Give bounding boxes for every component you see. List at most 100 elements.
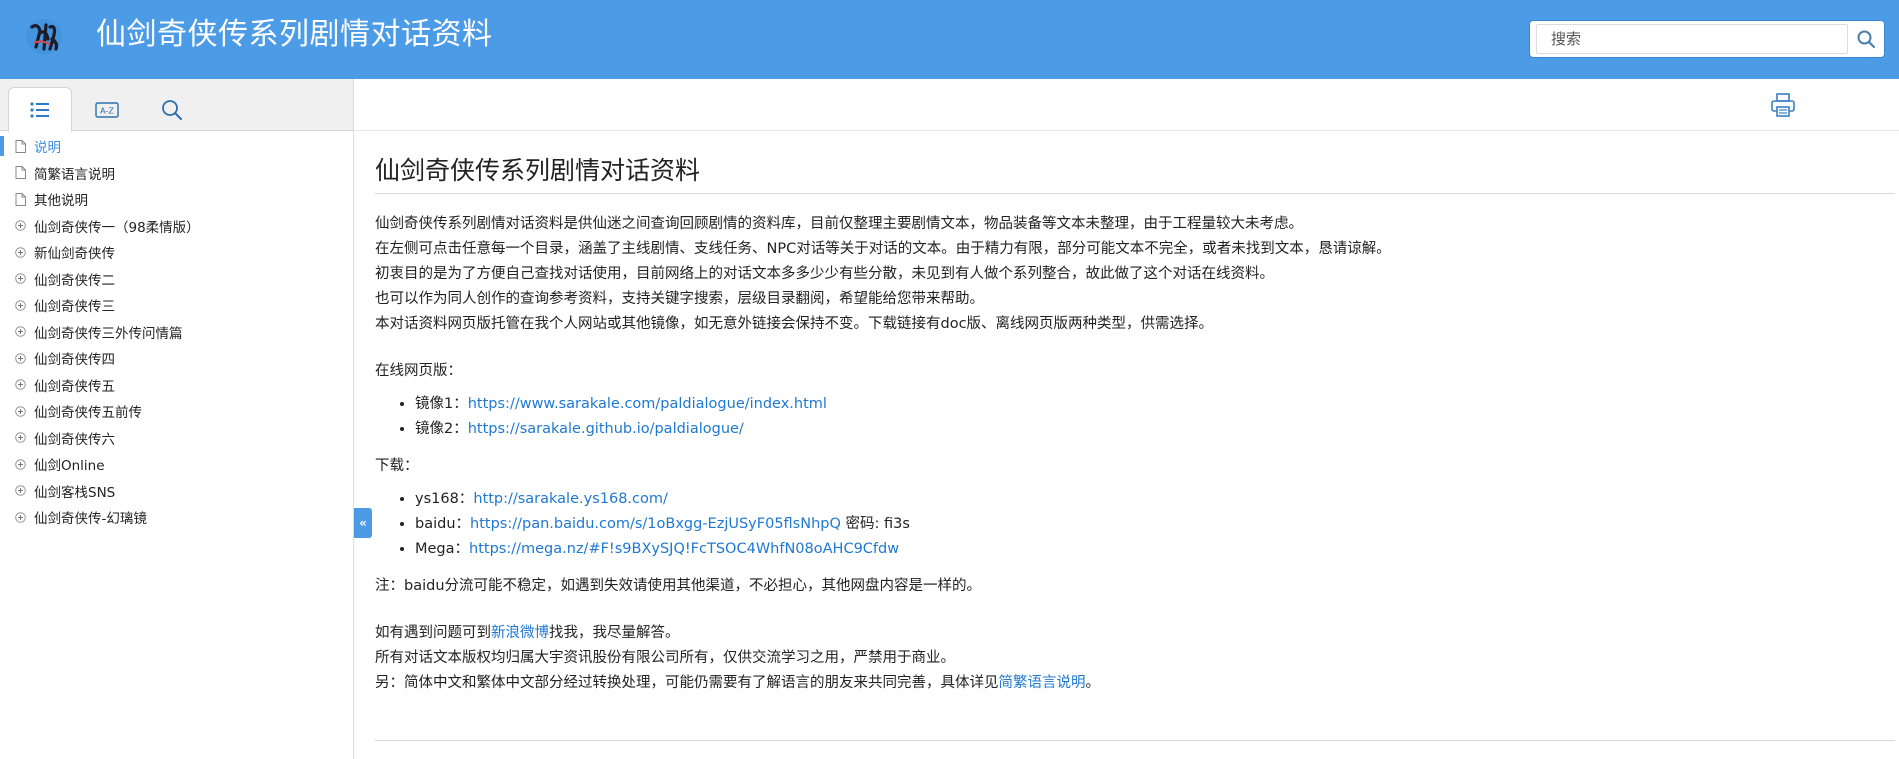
sidebar-item-label: 仙剑奇侠传一（98柔情版） [34,219,200,236]
content-toolbar [355,79,1899,131]
sidebar-item-label: 说明 [34,140,61,157]
sidebar-item[interactable]: 仙剑奇侠传五 [0,372,353,399]
download-links-list: ys168：http://sarakale.ys168.com/baidu：ht… [375,487,1895,562]
list-icon [30,101,49,118]
print-button[interactable] [1767,89,1799,121]
note-text: 注：baidu分流可能不稳定，如遇到失效请使用其他渠道，不必担心，其他网盘内容是… [375,578,982,594]
page-icon [14,139,26,153]
expand-icon[interactable] [14,219,26,233]
link-prefix: baidu： [415,516,471,532]
search-button[interactable] [1848,21,1884,57]
sidebar-item[interactable]: 仙剑奇侠传三 [0,292,353,319]
page-icon [14,192,26,206]
printer-icon [1771,93,1795,117]
top-header: 仙剑奇侠传系列剧情对话资料 [0,0,1899,79]
online-label: 在线网页版： [375,363,462,379]
expand-icon[interactable] [14,298,26,312]
contact-text-before: 如有遇到问题可到 [375,625,491,641]
search-input[interactable] [1536,24,1848,54]
tab-search[interactable] [140,87,204,132]
sidebar-item[interactable]: 仙剑客栈SNS [0,478,353,505]
intro-line: 也可以作为同人创作的查询参考资料，支持关键字搜索，层级目录翻阅，希望能给您带来帮… [375,291,984,307]
sidebar-item[interactable]: 说明 [0,133,353,160]
search-icon [1857,30,1876,49]
other-text-after: 。 [1085,675,1101,691]
expand-icon[interactable] [14,245,26,259]
sidebar-item[interactable]: 新仙剑奇侠传 [0,239,353,266]
sidebar-item[interactable]: 仙剑奇侠传五前传 [0,398,353,425]
sidebar-item[interactable]: 仙剑奇侠传-幻璃镜 [0,504,353,531]
site-logo[interactable] [20,13,68,61]
sidebar-item[interactable]: 仙剑奇侠传四 [0,345,353,372]
expand-icon[interactable] [14,351,26,365]
search-icon [162,99,182,120]
link-list-item: ys168：http://sarakale.ys168.com/ [415,487,1895,512]
link-prefix: 镜像2： [415,421,468,437]
intro-line: 仙剑奇侠传系列剧情对话资料是供仙迷之间查询回顾剧情的资料库，目前仅整理主要剧情文… [375,216,1303,232]
intro-paragraph: 仙剑奇侠传系列剧情对话资料是供仙迷之间查询回顾剧情的资料库，目前仅整理主要剧情文… [375,212,1895,337]
link-suffix: 密码: fi3s [840,516,910,532]
external-link[interactable]: https://mega.nz/#F!s9BXySJQ!FcTSOC4WhfN0… [469,541,899,557]
tab-contents[interactable] [8,87,72,132]
sidebar-item-label: 仙剑奇侠传五前传 [34,405,142,422]
svg-text:A-Z: A-Z [100,106,114,115]
sidebar-tabbar: A-Z [0,79,353,132]
sidebar-item[interactable]: 简繁语言说明 [0,160,353,187]
link-list-item: baidu：https://pan.baidu.com/s/1oBxgg-Ezj… [415,512,1895,537]
sidebar-item-label: 仙剑奇侠传四 [34,352,115,369]
external-link[interactable]: https://sarakale.github.io/paldialogue/ [468,421,744,437]
content-bottom-divider [375,740,1895,741]
expand-icon[interactable] [14,272,26,286]
weibo-link[interactable]: 新浪微博 [491,625,549,641]
sidebar-item-label: 仙剑奇侠传三外传问情篇 [34,325,183,342]
page-title: 仙剑奇侠传系列剧情对话资料 [375,151,1895,194]
expand-icon[interactable] [14,404,26,418]
sidebar-item-label: 仙剑奇侠传五 [34,378,115,395]
sidebar-item[interactable]: 仙剑Online [0,451,353,478]
sidebar-item-label: 仙剑奇侠传六 [34,431,115,448]
sidebar-item-label: 其他说明 [34,193,88,210]
sidebar-item[interactable]: 其他说明 [0,186,353,213]
download-label: 下载： [375,458,419,474]
intro-line: 本对话资料网页版托管在我个人网站或其他镜像，如无意外链接会保持不变。下载链接有d… [375,316,1214,332]
external-link[interactable]: https://www.sarakale.com/paldialogue/ind… [468,396,827,412]
page-icon [14,166,26,180]
tab-index[interactable]: A-Z [75,87,139,132]
expand-icon[interactable] [14,510,26,524]
expand-icon[interactable] [14,325,26,339]
sidebar-item[interactable]: 仙剑奇侠传二 [0,266,353,293]
external-link[interactable]: http://sarakale.ys168.com/ [473,491,668,507]
online-links-list: 镜像1：https://www.sarakale.com/paldialogue… [375,392,1895,442]
expand-icon[interactable] [14,484,26,498]
external-link[interactable]: https://pan.baidu.com/s/1oBxgg-EzjUSyF05… [470,516,841,532]
contact-text-after: 找我，我尽量解答。 [549,625,680,641]
sidebar: A-Z 说明 简繁语言说明 其他说明 仙剑奇侠传一（98柔情版） 新仙剑奇侠传 仙剑奇侠传… [0,79,354,759]
search-box [1529,20,1885,58]
intro-line: 初衷目的是为了方便自己查找对话使用，目前网络上的对话文本多多少少有些分散，未见到… [375,266,1274,282]
sidebar-item-label: 仙剑Online [34,458,105,475]
link-prefix: 镜像1： [415,396,468,412]
sidebar-item-label: 仙剑奇侠传三 [34,299,115,316]
site-title: 仙剑奇侠传系列剧情对话资料 [96,17,493,52]
language-note-link[interactable]: 简繁语言说明 [999,675,1086,691]
copyright-text: 所有对话文本版权均归属大宇资讯股份有限公司所有，仅供交流学习之用，严禁用于商业。 [375,650,955,666]
sidebar-item[interactable]: 仙剑奇侠传六 [0,425,353,452]
sidebar-item[interactable]: 仙剑奇侠传三外传问情篇 [0,319,353,346]
contents-tree: 说明 简繁语言说明 其他说明 仙剑奇侠传一（98柔情版） 新仙剑奇侠传 仙剑奇侠传二 仙剑奇… [0,133,353,531]
sidebar-item-label: 仙剑奇侠传二 [34,272,115,289]
a-z-index-icon: A-Z [95,101,119,118]
link-prefix: ys168： [415,491,474,507]
sidebar-item-label: 新仙剑奇侠传 [34,246,115,263]
other-text-before: 另：简体中文和繁体中文部分经过转换处理，可能仍需要有了解语言的朋友来共同完善，具… [375,675,999,691]
expand-icon[interactable] [14,457,26,471]
link-prefix: Mega： [415,541,470,557]
expand-icon[interactable] [14,431,26,445]
expand-icon[interactable] [14,378,26,392]
link-list-item: 镜像1：https://www.sarakale.com/paldialogue… [415,392,1895,417]
main-panel: 仙剑奇侠传系列剧情对话资料 仙剑奇侠传系列剧情对话资料是供仙迷之间查询回顾剧情的… [355,79,1899,759]
link-list-item: 镜像2：https://sarakale.github.io/paldialog… [415,417,1895,442]
sidebar-item-label: 简繁语言说明 [34,166,115,183]
sidebar-item[interactable]: 仙剑奇侠传一（98柔情版） [0,213,353,240]
article: 仙剑奇侠传系列剧情对话资料 仙剑奇侠传系列剧情对话资料是供仙迷之间查询回顾剧情的… [375,151,1895,696]
contact-line: 如有遇到问题可到新浪微博找我，我尽量解答。 [375,621,1895,646]
